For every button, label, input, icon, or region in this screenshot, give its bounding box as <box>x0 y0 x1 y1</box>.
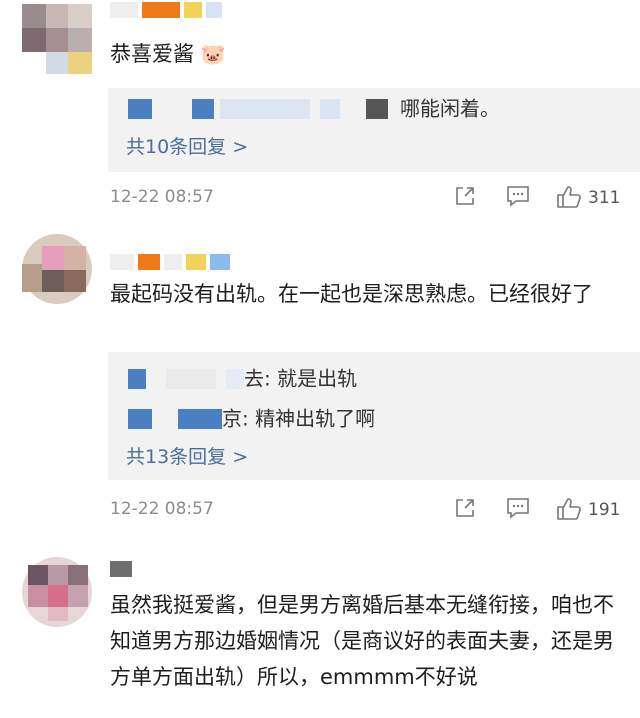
reply-line[interactable]: 京: 精神出轨了啊 <box>128 402 375 432</box>
timestamp: 12-22 08:57 <box>110 499 214 519</box>
share-icon[interactable] <box>454 185 476 207</box>
share-icon[interactable] <box>454 497 476 519</box>
username[interactable] <box>110 254 234 270</box>
like-count: 311 <box>588 188 621 208</box>
comment-icon[interactable] <box>506 497 530 519</box>
reply-box[interactable]: 哪能闲着。 共10条回复 > <box>108 88 640 172</box>
comment-item: 虽然我挺爱酱，但是男方离婚后基本无缝衔接，咱也不知道男方那边婚姻情况（是商议好的… <box>0 535 640 718</box>
avatar[interactable] <box>22 557 92 627</box>
avatar[interactable] <box>22 4 92 74</box>
emoji-sticker: 🐷 <box>200 42 226 66</box>
comment-meta: 12-22 08:57 311 <box>110 185 620 215</box>
thumbs-up-icon[interactable] <box>556 497 582 521</box>
comment-icon[interactable] <box>506 185 530 207</box>
reply-line[interactable]: 哪能闲着。 <box>128 92 500 122</box>
comment-text: 恭喜爱酱 🐷 <box>110 42 226 66</box>
reply-line[interactable]: 去: 就是出轨 <box>128 362 357 392</box>
comment-meta: 12-22 08:57 191 <box>110 497 620 527</box>
avatar[interactable] <box>22 234 92 304</box>
reply-box[interactable]: 去: 就是出轨 京: 精神出轨了啊 共13条回复 > <box>108 352 640 480</box>
comment-item: 恭喜爱酱 🐷 哪能闲着。 共10条回复 > 12-22 08:57 311 <box>0 0 640 215</box>
reply-count-link[interactable]: 共13条回复 > <box>126 442 248 469</box>
comment-text: 虽然我挺爱酱，但是男方离婚后基本无缝衔接，咱也不知道男方那边婚姻情况（是商议好的… <box>110 593 614 689</box>
username[interactable] <box>110 561 136 577</box>
reply-count-link[interactable]: 共10条回复 > <box>126 132 248 159</box>
thumbs-up-icon[interactable] <box>556 185 582 209</box>
like-count: 191 <box>588 500 621 520</box>
username[interactable] <box>110 2 226 18</box>
timestamp: 12-22 08:57 <box>110 187 214 207</box>
comment-text: 最起码没有出轨。在一起也是深思熟虑。已经很好了 <box>110 282 593 306</box>
comment-item: 最起码没有出轨。在一起也是深思熟虑。已经很好了 去: 就是出轨 京: 精神出轨了… <box>0 220 640 530</box>
